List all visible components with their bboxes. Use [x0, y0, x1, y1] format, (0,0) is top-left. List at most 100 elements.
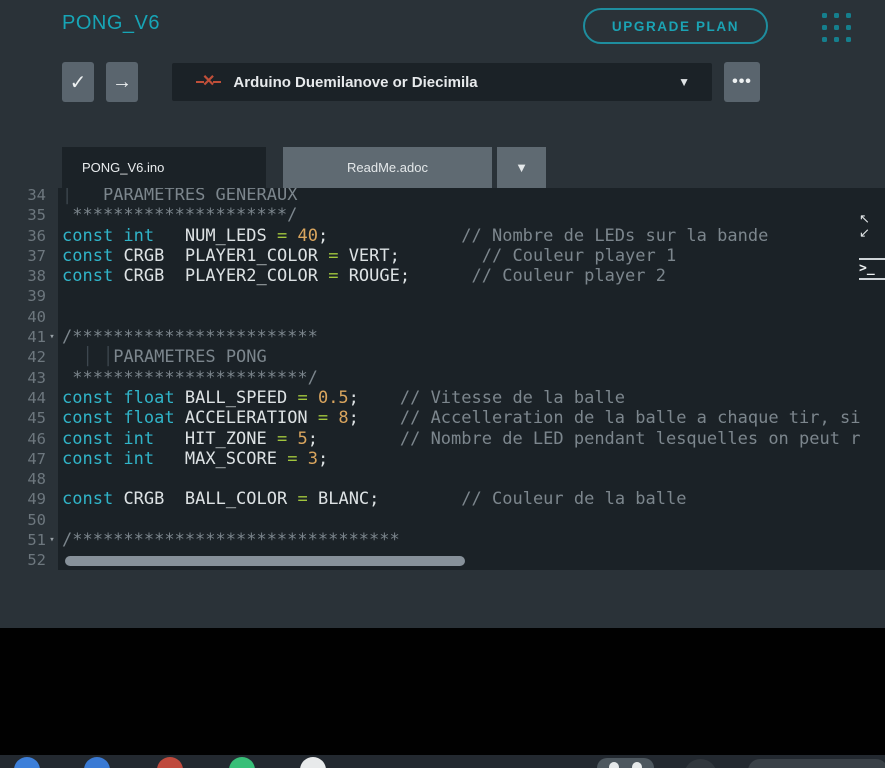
code-row: 41▾/************************ — [0, 327, 885, 347]
tab-list-dropdown-button[interactable]: ▼ — [497, 147, 546, 188]
code-text: const int MAX_SCORE = 3; — [58, 449, 328, 469]
dock-app-white[interactable] — [300, 757, 326, 768]
code-text: /******************************** — [58, 530, 400, 550]
board-name: Arduino Duemilanove or Diecimila — [233, 74, 477, 91]
line-number: 48 — [0, 469, 46, 489]
board-selector[interactable]: ✕ Arduino Duemilanove or Diecimila ▼ — [172, 63, 712, 101]
fold-spacer — [46, 368, 58, 388]
code-text — [58, 469, 62, 489]
app-window: PONG_V6 UPGRADE PLAN ✓ → ✕ Arduino Duemi… — [0, 0, 885, 768]
code-text — [58, 307, 62, 327]
dock-app-glasses[interactable] — [597, 758, 654, 768]
code-text — [58, 286, 62, 306]
line-number: 44 — [0, 388, 46, 408]
fold-marker-icon[interactable]: ▾ — [46, 327, 58, 347]
diagonal-arrows-icon[interactable]: ↖↙ — [855, 212, 885, 240]
fold-spacer — [46, 408, 58, 428]
ellipsis-icon: ••• — [732, 73, 752, 91]
check-icon: ✓ — [70, 70, 87, 95]
line-number: 52 — [0, 550, 46, 570]
line-number: 37 — [0, 246, 46, 266]
fold-marker-icon[interactable]: ▾ — [46, 530, 58, 550]
chevron-down-icon: ▼ — [678, 75, 690, 89]
code-text: const CRGB PLAYER1_COLOR = VERT; // Coul… — [58, 246, 676, 266]
code-row: 51▾/******************************** — [0, 530, 885, 550]
dock-app-red[interactable] — [157, 757, 183, 768]
code-row: 37 const CRGB PLAYER1_COLOR = VERT; // Co… — [0, 246, 885, 266]
fold-spacer — [46, 286, 58, 306]
fold-spacer — [46, 510, 58, 530]
dock — [0, 755, 885, 768]
code-lines: 34 │ PARAMETRES GENERAUX 35 **************… — [0, 188, 885, 570]
line-number: 49 — [0, 489, 46, 509]
code-text: const int NUM_LEDS = 40; // Nombre de LE… — [58, 226, 768, 246]
line-number: 35 — [0, 205, 46, 225]
code-text: const float ACCELERATION = 8; // Accelle… — [58, 408, 860, 428]
code-text: │ │PARAMETRES PONG — [58, 347, 267, 367]
fold-spacer — [46, 205, 58, 225]
code-row: 39 — [0, 286, 885, 306]
tab-readme-adoc[interactable]: ReadMe.adoc — [283, 147, 492, 188]
code-row: 47 const int MAX_SCORE = 3; — [0, 449, 885, 469]
editor-chrome: PONG_V6 UPGRADE PLAN ✓ → ✕ Arduino Duemi… — [0, 0, 885, 628]
upgrade-plan-button[interactable]: UPGRADE PLAN — [583, 8, 768, 44]
upgrade-plan-label: UPGRADE PLAN — [612, 19, 739, 34]
line-number: 46 — [0, 429, 46, 449]
apps-grid-icon[interactable] — [822, 13, 851, 42]
code-row: 38const CRGB PLAYER2_COLOR = ROUGE; // C… — [0, 266, 885, 286]
code-row: 44const float BALL_SPEED = 0.5; // Vites… — [0, 388, 885, 408]
line-number: 36 — [0, 226, 46, 246]
more-options-button[interactable]: ••• — [724, 62, 760, 102]
line-number: 34 — [0, 188, 46, 205]
fold-spacer — [46, 188, 58, 205]
code-text — [58, 550, 62, 570]
code-row: 42 │ │PARAMETRES PONG — [0, 347, 885, 367]
code-text: const int HIT_ZONE = 5; // Nombre de LED… — [58, 429, 860, 449]
code-row: 43 ***********************/ — [0, 368, 885, 388]
code-editor[interactable]: 34 │ PARAMETRES GENERAUX 35 **************… — [0, 188, 885, 570]
fold-spacer — [46, 449, 58, 469]
editor-side-panel: ↖↙ >_ — [855, 212, 885, 280]
sketch-title: PONG_V6 — [62, 12, 160, 35]
dock-app-blue-2[interactable] — [84, 757, 110, 768]
fold-spacer — [46, 469, 58, 489]
fold-spacer — [46, 347, 58, 367]
dock-search-pill[interactable] — [748, 759, 885, 768]
line-number: 41 — [0, 327, 46, 347]
horizontal-scrollbar[interactable] — [65, 556, 465, 566]
line-number: 39 — [0, 286, 46, 306]
screen-black-area — [0, 628, 885, 755]
dock-app-green[interactable] — [229, 757, 255, 768]
code-row: 36 const int NUM_LEDS = 40; // Nombre de … — [0, 226, 885, 246]
line-number: 43 — [0, 368, 46, 388]
line-number: 40 — [0, 307, 46, 327]
arrow-right-icon: → — [112, 71, 132, 94]
code-text — [58, 510, 62, 530]
chevron-down-icon: ▼ — [515, 160, 528, 175]
verify-button[interactable]: ✓ — [62, 62, 94, 102]
line-number: 51 — [0, 530, 46, 550]
dock-app-dark-circle[interactable] — [684, 759, 717, 768]
line-number: 50 — [0, 510, 46, 530]
fold-spacer — [46, 266, 58, 286]
fold-spacer — [46, 226, 58, 246]
fold-spacer — [46, 489, 58, 509]
fold-spacer — [46, 550, 58, 570]
code-row: 46 const int HIT_ZONE = 5; // Nombre de L… — [0, 429, 885, 449]
terminal-icon[interactable]: >_ — [859, 258, 885, 280]
tab-label: ReadMe.adoc — [347, 160, 428, 175]
line-number: 45 — [0, 408, 46, 428]
code-row: 34 │ PARAMETRES GENERAUX — [0, 188, 885, 205]
code-row: 40 — [0, 307, 885, 327]
code-text: ***********************/ — [58, 368, 318, 388]
code-text: /************************ — [58, 327, 318, 347]
line-number: 47 — [0, 449, 46, 469]
upload-button[interactable]: → — [106, 62, 138, 102]
fold-spacer — [46, 388, 58, 408]
fold-spacer — [46, 307, 58, 327]
tab-pong-v6-ino[interactable]: PONG_V6.ino — [62, 147, 266, 188]
line-number: 38 — [0, 266, 46, 286]
dock-app-blue-1[interactable] — [14, 757, 40, 768]
code-text: │ PARAMETRES GENERAUX — [58, 188, 297, 205]
code-text: *********************/ — [58, 205, 297, 225]
